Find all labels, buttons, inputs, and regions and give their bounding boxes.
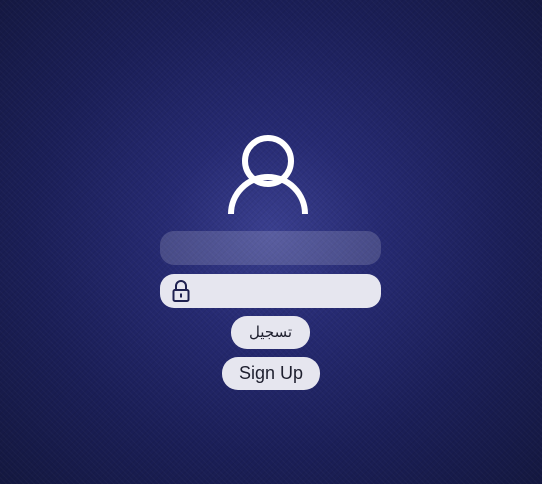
login-button[interactable]: تسجيل bbox=[231, 316, 310, 349]
signup-button[interactable]: Sign Up bbox=[222, 357, 320, 390]
password-field[interactable] bbox=[160, 274, 381, 308]
login-screen: تسجيل Sign Up bbox=[0, 0, 542, 484]
username-field[interactable] bbox=[160, 231, 381, 265]
username-input[interactable] bbox=[160, 231, 381, 265]
password-input[interactable] bbox=[160, 274, 381, 308]
user-icon bbox=[225, 133, 311, 217]
